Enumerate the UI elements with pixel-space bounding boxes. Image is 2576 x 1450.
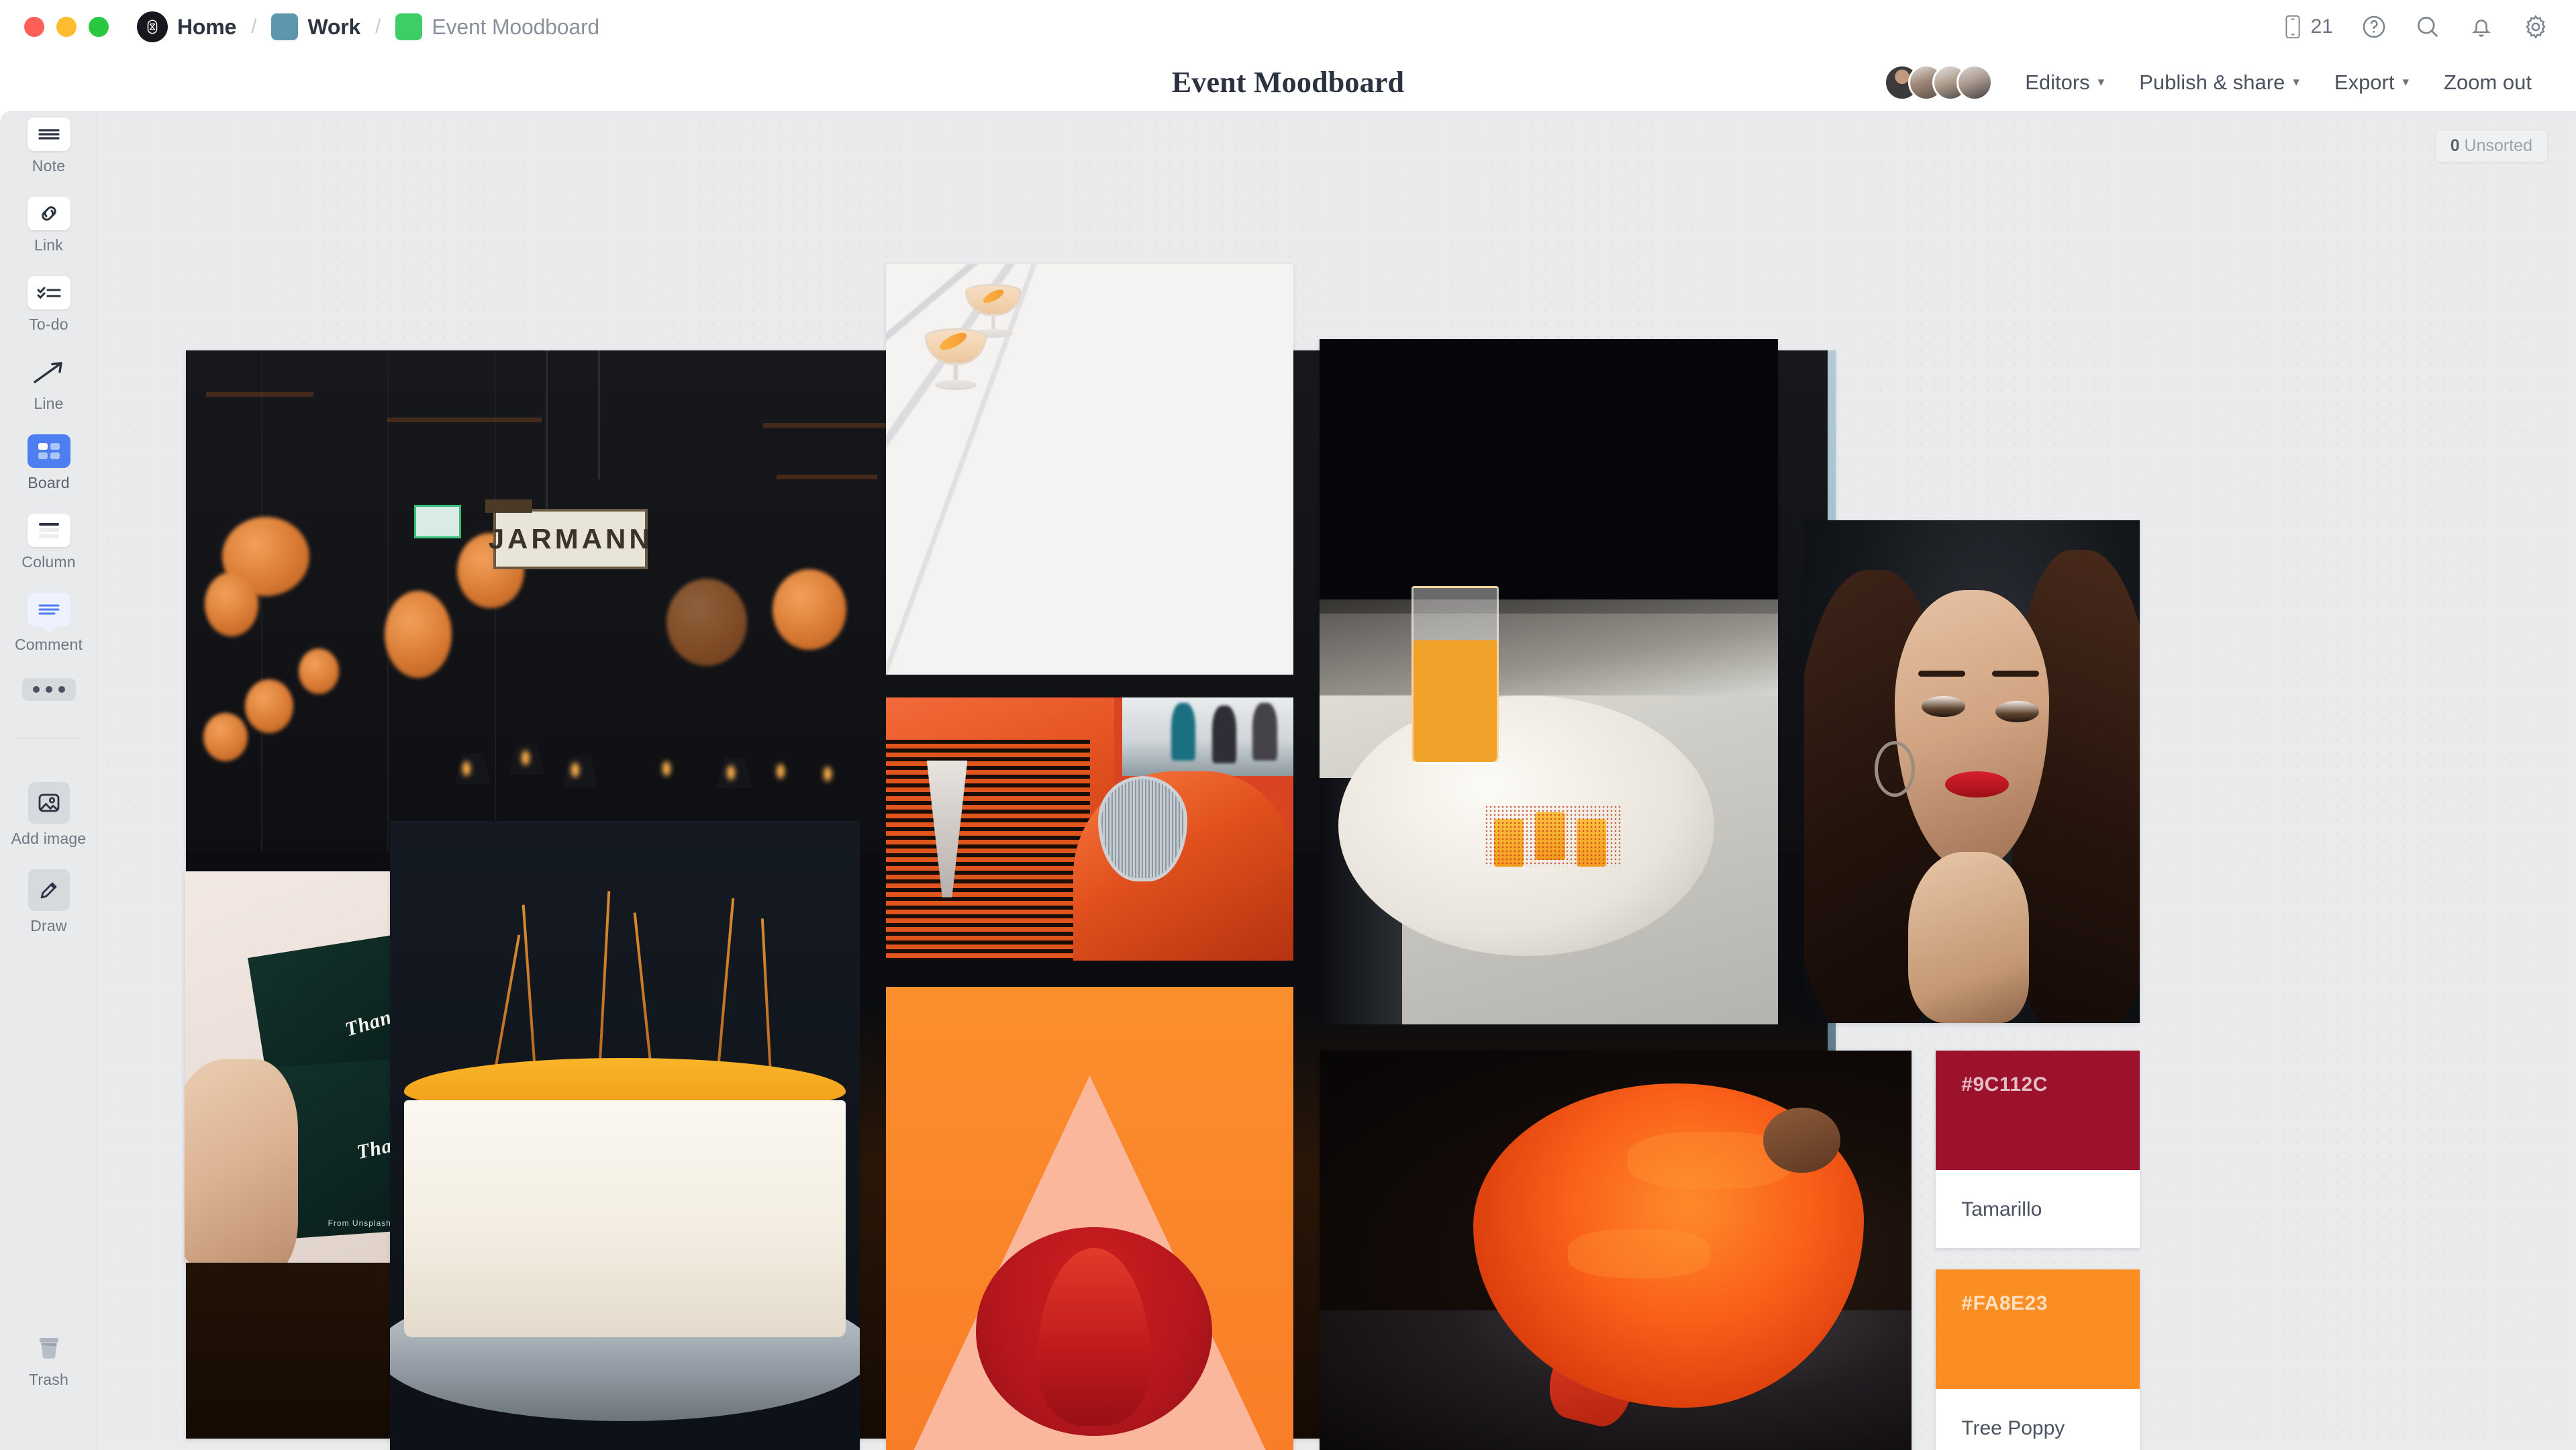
sidebar-item-todo[interactable]: To-do [0,276,97,334]
sidebar-label-link: Link [34,236,63,254]
sidebar-item-line[interactable]: Line [0,355,97,413]
unsorted-count: 0 [2450,136,2460,155]
page-title: Event Moodboard [1171,66,1405,99]
sidebar-item-comment[interactable]: Comment [0,593,97,654]
card-cake-photo[interactable] [389,820,860,1450]
draw-pencil-icon [28,869,70,911]
sidebar-label-trash: Trash [29,1371,68,1388]
traffic-lights [24,17,109,37]
tamarillo-hex: #9C112C [1961,1073,2048,1096]
card-dancer-photo[interactable] [1320,1051,1912,1450]
close-window-button[interactable] [24,17,44,37]
topbar-actions: 21 [2283,13,2549,40]
cake-photo [389,820,860,1450]
breadcrumb-item-home[interactable]: Home [177,15,236,40]
jarmann-sign-text: JARMANN [489,509,650,570]
line-arrow-icon [28,355,70,389]
tree-poppy-name: Tree Poppy [1961,1416,2065,1439]
card-orange-poster-photo[interactable] [886,986,1294,1450]
search-icon[interactable] [2415,14,2440,40]
cocktails-photo [886,263,1294,675]
maximize-window-button[interactable] [89,17,109,37]
sidebar-label-add-image: Add image [11,830,87,847]
orange-drink-photo [1320,339,1779,1025]
sidebar-item-board[interactable]: Board [0,434,97,492]
add-image-icon [28,782,70,824]
tools-sidebar: Note Link To-do Line Board Column Commen… [0,111,97,1450]
sidebar-item-note[interactable]: Note [0,117,97,175]
mobile-preview-icon [2283,15,2303,39]
red-car-photo [886,697,1294,961]
unsorted-label: Unsorted [2464,136,2532,155]
tree-poppy-color-chip: #FA8E23 [1936,1269,2140,1389]
device-count: 21 [2310,15,2333,38]
window-title-bar: Home / Work / Event Moodboard 21 [0,0,2576,54]
thanks-card-credit: From Unsplash [328,1218,391,1228]
board-canvas[interactable]: 0 Unsorted JARMANN Thanks! From Unsplash… [97,111,2576,1450]
trash-icon [28,1331,70,1365]
breadcrumb-separator-2: / [375,15,381,38]
help-icon[interactable] [2361,14,2387,40]
link-icon [27,197,70,230]
card-orange-drink-photo[interactable] [1320,339,1779,1025]
unsorted-badge[interactable]: 0 Unsorted [2434,130,2548,162]
card-red-car-photo[interactable] [886,697,1294,961]
orange-poster-photo [886,986,1294,1450]
sidebar-label-todo: To-do [29,316,68,333]
sidebar-item-add-image[interactable]: Add image [0,782,97,848]
sidebar-item-column[interactable]: Column [0,514,97,571]
woman-portrait-photo [1804,520,2140,1023]
sidebar-label-board: Board [28,474,70,491]
breadcrumb-chip-board [395,13,423,40]
card-cocktails-photo[interactable] [886,263,1294,675]
column-icon [27,514,70,547]
sidebar-label-column: Column [21,553,76,571]
notifications-icon[interactable] [2469,14,2494,40]
mobile-preview-button[interactable]: 21 [2283,15,2333,39]
settings-gear-icon[interactable] [2522,13,2549,40]
breadcrumb-chip-work [271,13,299,40]
sidebar-label-line: Line [34,395,64,412]
minimize-window-button[interactable] [56,17,77,37]
card-tamarillo-swatch[interactable]: #9C112C Tamarillo [1936,1051,2140,1248]
more-icon [21,678,76,701]
document-toolbar: Event Moodboard Editors ▾ Publish & shar… [0,54,2576,111]
note-icon [27,117,70,151]
board-icon [27,434,70,468]
comment-icon [27,593,70,634]
sidebar-item-link[interactable]: Link [0,197,97,254]
app-logo-icon[interactable] [137,11,168,42]
breadcrumb-item-current[interactable]: Event Moodboard [432,15,599,40]
sidebar-label-note: Note [32,157,66,175]
dancer-photo [1320,1051,1912,1450]
card-tree-poppy-swatch[interactable]: #FA8E23 Tree Poppy [1936,1269,2140,1450]
sidebar-label-comment: Comment [14,636,83,653]
tamarillo-color-chip: #9C112C [1936,1051,2140,1171]
todo-icon [27,276,70,309]
sidebar-item-draw[interactable]: Draw [0,869,97,935]
card-woman-portrait-photo[interactable] [1804,520,2140,1023]
sidebar-label-draw: Draw [30,917,67,934]
tamarillo-name: Tamarillo [1961,1198,2042,1221]
sidebar-item-trash[interactable]: Trash [0,1331,97,1389]
breadcrumb-separator: / [251,15,257,38]
sidebar-divider [17,738,80,739]
breadcrumb-item-work[interactable]: Work [307,15,360,40]
sidebar-item-more[interactable] [0,678,97,701]
breadcrumb: Home / Work / Event Moodboard [137,11,599,42]
canvas-region: Note Link To-do Line Board Column Commen… [0,111,2576,1450]
tree-poppy-hex: #FA8E23 [1961,1292,2048,1314]
